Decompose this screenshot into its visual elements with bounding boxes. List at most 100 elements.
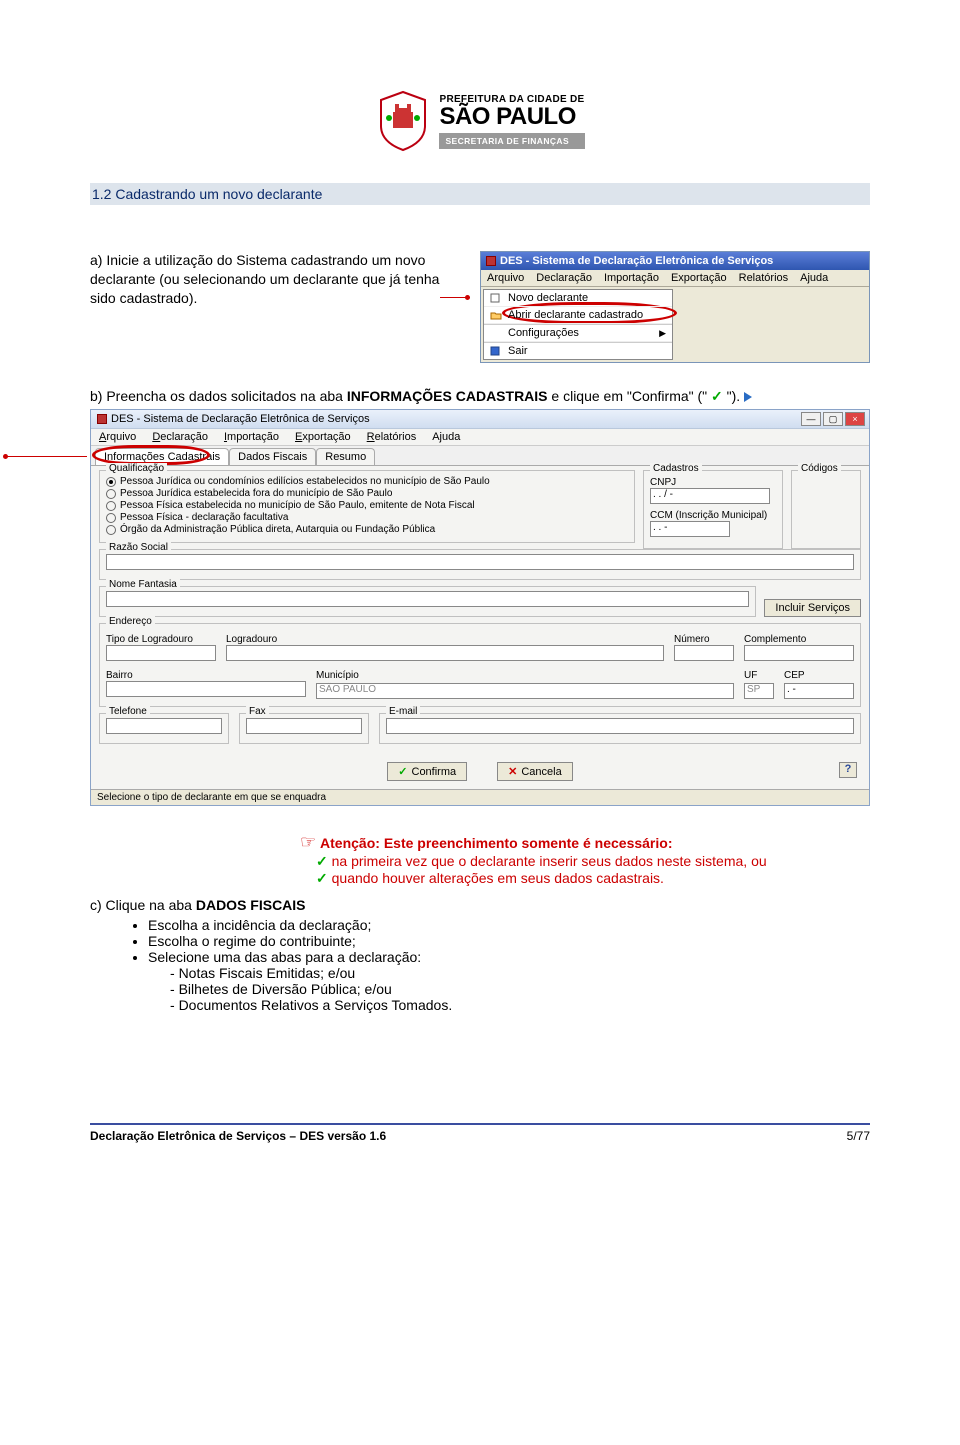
cep-label: CEP <box>784 670 854 681</box>
app-window: DES - Sistema de Declaração Eletrônica d… <box>90 409 870 806</box>
email-input[interactable] <box>386 718 854 734</box>
radio-orgao[interactable]: Órgão da Administração Pública direta, A… <box>106 524 628 535</box>
tel-input[interactable] <box>106 718 222 734</box>
num-input[interactable] <box>674 645 734 661</box>
fieldset-telefone: Telefone <box>99 713 229 744</box>
menu-item-abrir-declarante[interactable]: Abrir declarante cadastrado <box>484 307 672 324</box>
comp-input[interactable] <box>744 645 854 661</box>
attention-title: Atenção: Este preenchimento somente é ne… <box>320 835 672 851</box>
tipo-log-label: Tipo de Logradouro <box>106 634 216 645</box>
tab-dados-fiscais[interactable]: Dados Fiscais <box>229 448 316 465</box>
menu-arquivo[interactable]: Arquivo <box>487 272 524 284</box>
fieldset-endereco: Endereço Tipo de Logradouro Logradouro N… <box>99 623 861 707</box>
green-check-icon: ✓ <box>711 388 723 404</box>
button-label: Confirma <box>412 766 457 778</box>
log-input[interactable] <box>226 645 664 661</box>
radio-pf-facultativa[interactable]: Pessoa Física - declaração facultativa <box>106 512 628 523</box>
close-button[interactable]: × <box>845 412 865 426</box>
menu-item-label: Sair <box>508 345 528 357</box>
menu-exportacao[interactable]: Exportação <box>671 272 727 284</box>
button-label: Cancela <box>521 766 561 778</box>
minimize-button[interactable]: — <box>801 412 821 426</box>
app-menubar: Arquivo Declaração Importação Exportação… <box>91 429 869 446</box>
menu-item-label: Configurações <box>508 327 579 339</box>
fieldset-cadastros: Cadastros CNPJ . . / - CCM (Inscrição Mu… <box>643 470 783 549</box>
radio-label: Pessoa Jurídica ou condomínios edilícios… <box>120 476 490 487</box>
callout-line-2 <box>7 456 87 457</box>
ccm-input[interactable]: . . - <box>650 521 730 537</box>
secretaria-line: SECRETARIA DE FINANÇAS <box>439 133 584 149</box>
exit-icon <box>490 346 502 356</box>
mun-input[interactable]: SÃO PAULO <box>316 683 734 699</box>
mini-menubar: Arquivo Declaração Importação Exportação… <box>481 270 869 287</box>
legend-cadastros: Cadastros <box>650 463 702 474</box>
email-label: E-mail <box>386 706 420 717</box>
menu-importacao[interactable]: Importação <box>604 272 659 284</box>
app-menu-declaracao[interactable]: Declaração <box>152 431 208 443</box>
app-menu-importacao[interactable]: Importação <box>224 431 279 443</box>
tab-label: Resumo <box>325 451 366 463</box>
fax-label: Fax <box>246 706 269 717</box>
razao-input[interactable] <box>106 554 854 570</box>
step-b-prefix: b) Preencha os dados solicitados na aba <box>90 388 347 404</box>
app-menu-relatorios[interactable]: Relatórios <box>367 431 417 443</box>
footer-page-number: 5/77 <box>847 1129 870 1143</box>
mun-label: Município <box>316 670 734 681</box>
new-icon <box>490 293 502 303</box>
bullet-3: Selecione uma das abas para a declaração… <box>148 949 870 965</box>
step-b-suffix1: e clique em "Confirma" (" <box>548 388 712 404</box>
menu-declaracao[interactable]: Declaração <box>536 272 592 284</box>
tipo-log-input[interactable] <box>106 645 216 661</box>
app-menu-arquivo[interactable]: Arquivo <box>99 431 136 443</box>
page-header: PREFEITURA DA CIDADE DE SÃO PAULO SECRET… <box>90 90 870 155</box>
mini-window: DES - Sistema de Declaração Eletrônica d… <box>480 251 870 363</box>
radio-label: Órgão da Administração Pública direta, A… <box>120 524 435 535</box>
menu-ajuda[interactable]: Ajuda <box>800 272 828 284</box>
menu-relatorios[interactable]: Relatórios <box>739 272 789 284</box>
fax-input[interactable] <box>246 718 362 734</box>
button-label: Incluir Serviços <box>775 602 850 614</box>
step-c-bold: DADOS FISCAIS <box>196 897 306 913</box>
app-icon <box>486 256 496 266</box>
bullet-2: Escolha o regime do contribuinte; <box>148 933 870 949</box>
legend-qualificacao: Qualificação <box>106 463 167 474</box>
radio-pj-sp[interactable]: Pessoa Jurídica ou condomínios edilícios… <box>106 476 628 487</box>
maximize-button[interactable]: ▢ <box>823 412 843 426</box>
nome-input[interactable] <box>106 591 749 607</box>
app-menu-exportacao[interactable]: Exportação <box>295 431 351 443</box>
fieldset-email: E-mail <box>379 713 861 744</box>
cep-input[interactable]: . - <box>784 683 854 699</box>
coat-of-arms-icon <box>375 90 431 152</box>
step-a-text: a) Inicie a utilização do Sistema cadast… <box>90 252 439 306</box>
menu-item-label: Novo declarante <box>508 292 588 304</box>
arquivo-dropdown: Novo declarante Abrir declarante cadastr… <box>483 289 673 360</box>
menu-item-sair[interactable]: Sair <box>484 342 672 359</box>
radio-pj-fora[interactable]: Pessoa Jurídica estabelecida fora do mun… <box>106 488 628 499</box>
attention-note: ☞ Atenção: Este preenchimento somente é … <box>300 832 870 887</box>
legend-nome: Nome Fantasia <box>106 579 180 590</box>
radio-icon <box>106 525 116 535</box>
incluir-servicos-button[interactable]: Incluir Serviços <box>764 599 861 617</box>
radio-icon <box>106 489 116 499</box>
cancela-button[interactable]: ✕ Cancela <box>497 762 573 781</box>
callout-line <box>440 297 470 298</box>
step-b-suffix2: "). <box>723 388 740 404</box>
menu-item-novo-declarante[interactable]: Novo declarante <box>484 290 672 307</box>
cnpj-input[interactable]: . . / - <box>650 488 770 504</box>
app-title-text: DES - Sistema de Declaração Eletrônica d… <box>111 413 370 425</box>
uf-label: UF <box>744 670 774 681</box>
cnpj-label: CNPJ <box>650 477 776 488</box>
menu-item-config[interactable]: Configurações ▶ <box>484 324 672 342</box>
step-b: b) Preencha os dados solicitados na aba … <box>90 387 870 405</box>
bairro-input[interactable] <box>106 681 306 697</box>
mini-window-title-text: DES - Sistema de Declaração Eletrônica d… <box>500 255 773 267</box>
open-icon <box>490 310 502 320</box>
app-menu-ajuda[interactable]: Ajuda <box>432 431 460 443</box>
radio-pf-sp[interactable]: Pessoa Física estabelecida no município … <box>106 500 628 511</box>
uf-input[interactable]: SP <box>744 683 774 699</box>
legend-endereco: Endereço <box>106 616 155 627</box>
radio-label: Pessoa Jurídica estabelecida fora do mun… <box>120 488 392 499</box>
confirma-button[interactable]: ✓ Confirma <box>387 762 467 781</box>
tab-resumo[interactable]: Resumo <box>316 448 375 465</box>
help-button[interactable]: ? <box>839 762 857 778</box>
